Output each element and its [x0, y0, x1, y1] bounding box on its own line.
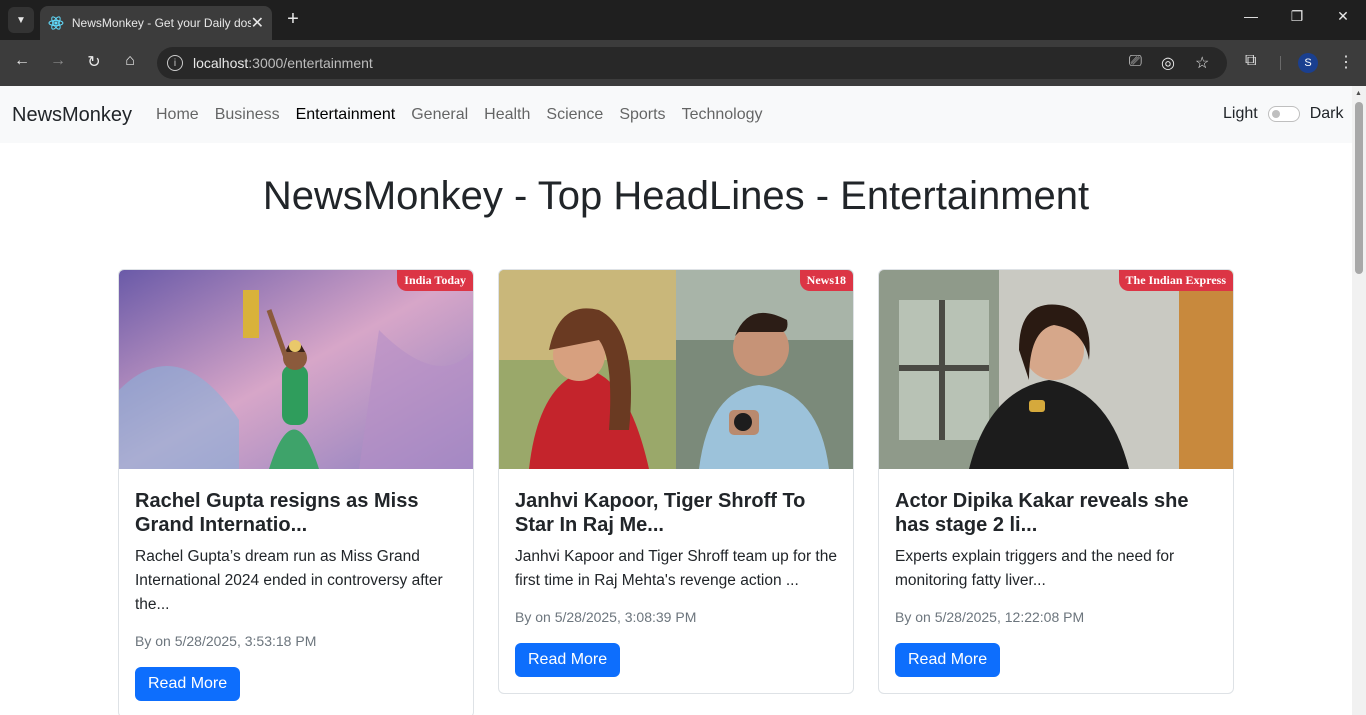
actor-portrait-image: [879, 270, 1233, 469]
read-more-button[interactable]: Read More: [515, 643, 621, 677]
light-label: Light: [1223, 105, 1258, 122]
react-favicon-icon: [48, 16, 64, 30]
card-meta: By on 5/28/2025, 3:53:18 PM: [135, 633, 317, 649]
url-host: localhost: [193, 55, 249, 71]
tab-close-icon[interactable]: ✕: [251, 13, 264, 33]
toolbar-divider: [1280, 56, 1281, 70]
site-navbar: NewsMonkey Home Business Entertainment G…: [0, 86, 1352, 143]
bookmark-star-icon[interactable]: ☆: [1195, 53, 1209, 73]
card-title: Actor Dipika Kakar reveals she has stage…: [895, 490, 1189, 536]
page-viewport: NewsMonkey Home Business Entertainment G…: [0, 86, 1352, 715]
page-heading: NewsMonkey - Top HeadLines - Entertainme…: [262, 174, 1090, 218]
extensions-icon[interactable]: ⧉: [1245, 52, 1256, 70]
browser-tab-bar: ▼ NewsMonkey - Get your Daily dose of ne…: [0, 0, 1366, 40]
minimize-button[interactable]: —: [1241, 8, 1261, 24]
tab-title: NewsMonkey - Get your Daily dose of news: [71, 16, 251, 30]
read-more-button[interactable]: Read More: [895, 643, 1001, 677]
url-path: :3000/entertainment: [248, 55, 373, 71]
card-body: Actor Dipika Kakar reveals she has stage…: [879, 469, 1233, 693]
nav-link-entertainment[interactable]: Entertainment: [296, 106, 396, 124]
reload-icon[interactable]: ↻: [83, 52, 105, 72]
home-icon[interactable]: ⌂: [119, 52, 141, 70]
nav-links: Home Business Entertainment General Heal…: [156, 106, 763, 124]
card-title: Rachel Gupta resigns as Miss Grand Inter…: [135, 490, 419, 536]
nav-link-technology[interactable]: Technology: [682, 106, 763, 124]
card-title: Janhvi Kapoor, Tiger Shroff To Star In R…: [515, 490, 806, 536]
tab-search-button[interactable]: ▼: [8, 7, 34, 33]
card-meta: By on 5/28/2025, 12:22:08 PM: [895, 609, 1085, 625]
restore-button[interactable]: ❐: [1287, 8, 1307, 25]
card-meta: By on 5/28/2025, 3:08:39 PM: [515, 609, 697, 625]
read-more-button[interactable]: Read More: [135, 667, 241, 701]
url-text: localhost:3000/entertainment: [193, 55, 373, 71]
site-info-icon[interactable]: i: [167, 55, 183, 71]
card-body: Rachel Gupta resigns as Miss Grand Inter…: [119, 469, 473, 715]
news-image: News18: [499, 270, 853, 469]
nav-link-health[interactable]: Health: [484, 106, 530, 124]
install-app-icon[interactable]: ⎚: [1129, 53, 1142, 71]
menu-kebab-icon[interactable]: ⋮: [1338, 52, 1354, 72]
source-badge: India Today: [397, 270, 473, 291]
nav-link-business[interactable]: Business: [215, 106, 280, 124]
browser-toolbar: ← → ↻ ⌂ i localhost:3000/entertainment ⎚…: [0, 40, 1366, 86]
scroll-thumb[interactable]: [1355, 102, 1363, 274]
news-card: India Today Rachel Gupta resigns as Miss…: [118, 269, 474, 715]
address-bar[interactable]: i localhost:3000/entertainment ⎚ ◎ ☆: [157, 47, 1227, 79]
close-window-button[interactable]: ✕: [1333, 8, 1353, 25]
card-description: Rachel Gupta’s dream run as Miss Grand I…: [135, 548, 443, 613]
source-badge: News18: [799, 270, 853, 291]
back-icon[interactable]: ←: [11, 52, 33, 70]
news-image: The Indian Express: [879, 270, 1233, 469]
dark-label: Dark: [1309, 105, 1344, 122]
brand-link[interactable]: NewsMonkey: [12, 104, 132, 127]
actors-image: [499, 270, 853, 469]
news-image: India Today: [119, 270, 473, 469]
source-badge: The Indian Express: [1118, 270, 1233, 291]
nav-link-science[interactable]: Science: [546, 106, 603, 124]
pageant-image: [119, 270, 473, 469]
new-tab-button[interactable]: +: [283, 8, 303, 31]
browser-tab[interactable]: NewsMonkey - Get your Daily dose of news…: [40, 6, 272, 40]
theme-toggle: Light Dark: [1223, 105, 1343, 123]
nav-link-home[interactable]: Home: [156, 106, 199, 124]
nav-link-sports[interactable]: Sports: [619, 106, 665, 124]
card-body: Janhvi Kapoor, Tiger Shroff To Star In R…: [499, 469, 853, 693]
news-card: News18 Janhvi Kapoor, Tiger Shroff To St…: [498, 269, 854, 694]
forward-icon[interactable]: →: [47, 52, 69, 70]
tracking-protection-icon[interactable]: ◎: [1161, 53, 1175, 73]
page-scrollbar[interactable]: ▲: [1352, 86, 1366, 715]
card-description: Experts explain triggers and the need fo…: [895, 548, 1175, 589]
nav-link-general[interactable]: General: [411, 106, 468, 124]
card-description: Janhvi Kapoor and Tiger Shroff team up f…: [515, 548, 837, 589]
profile-avatar[interactable]: S: [1298, 53, 1318, 73]
scroll-up-icon[interactable]: ▲: [1355, 90, 1362, 97]
news-card: The Indian Express Actor Dipika Kakar re…: [878, 269, 1234, 694]
dark-mode-switch[interactable]: [1267, 106, 1300, 122]
